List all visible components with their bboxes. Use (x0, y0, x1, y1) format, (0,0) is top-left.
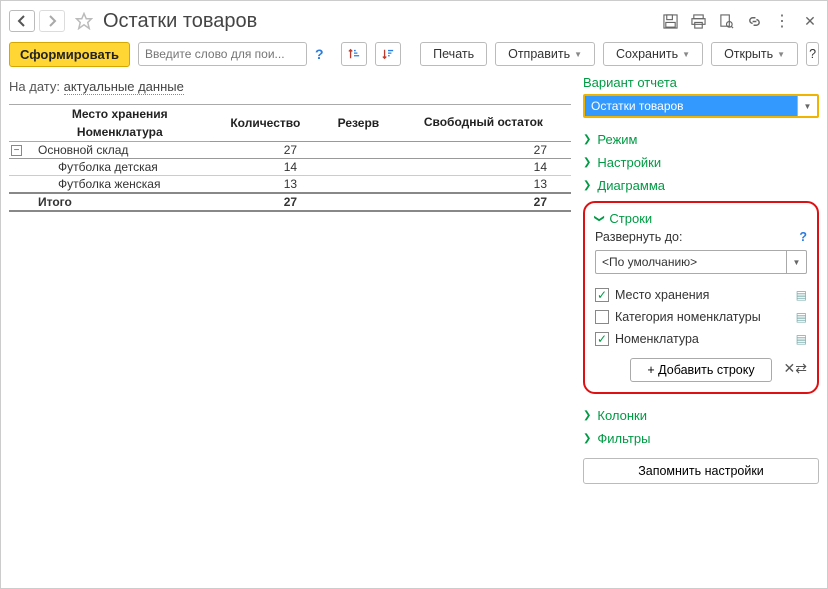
save-button[interactable]: Сохранить▼ (603, 42, 703, 66)
chevron-down-icon: ❯ (594, 214, 605, 222)
save-disk-icon[interactable] (661, 12, 679, 30)
nav-back-button[interactable] (9, 10, 35, 32)
shuffle-icon[interactable]: ✕⇄ (784, 360, 807, 377)
group-name: Основной склад (30, 142, 210, 159)
search-help-icon[interactable]: ? (315, 46, 324, 62)
chevron-right-icon: ❯ (583, 157, 591, 168)
table-row[interactable]: Футболка женская 13 13 (9, 176, 571, 194)
search-input[interactable] (138, 42, 307, 66)
help-button[interactable]: ? (806, 42, 819, 66)
date-filter: На дату: актуальные данные (9, 79, 571, 94)
section-diagram[interactable]: ❯Диаграмма (583, 174, 819, 197)
app-window: Остатки товаров ⋮ ✕ Сформировать ? (0, 0, 828, 589)
open-button[interactable]: Открыть▼ (711, 42, 798, 66)
link-icon[interactable] (745, 12, 763, 30)
col-free-header: Свободный остаток (396, 105, 571, 142)
nav-forward-button[interactable] (39, 10, 65, 32)
variant-select[interactable]: Остатки товаров ▼ (583, 94, 819, 118)
section-filters[interactable]: ❯Фильтры (583, 427, 819, 450)
variant-title: Вариант отчета (583, 75, 819, 90)
row-field-nomenclature[interactable]: Номенклатура ▤ (595, 328, 807, 350)
rows-help-icon[interactable]: ? (799, 230, 807, 244)
variant-value: Остатки товаров (585, 96, 797, 116)
col-storage-header: Место хранения (30, 105, 210, 124)
report-area: На дату: актуальные данные Место хранени… (9, 75, 583, 580)
row-field-storage[interactable]: Место хранения ▤ (595, 284, 807, 306)
section-mode[interactable]: ❯Режим (583, 128, 819, 151)
chevron-right-icon: ❯ (583, 134, 591, 145)
row-field-category[interactable]: Категория номенклатуры ▤ (595, 306, 807, 328)
more-menu-icon[interactable]: ⋮ (773, 12, 791, 30)
expand-to-combo[interactable]: <По умолчанию> ▼ (595, 250, 807, 274)
remember-settings-button[interactable]: Запомнить настройки (583, 458, 819, 484)
content: На дату: актуальные данные Место хранени… (9, 75, 819, 580)
section-columns[interactable]: ❯Колонки (583, 404, 819, 427)
preview-icon[interactable] (717, 12, 735, 30)
field-options-icon[interactable]: ▤ (796, 288, 807, 302)
table-row[interactable]: Футболка детская 14 14 (9, 159, 571, 176)
titlebar: Остатки товаров ⋮ ✕ (9, 7, 819, 35)
variant-dropdown-icon[interactable]: ▼ (797, 96, 817, 116)
expand-to-value: <По умолчанию> (596, 251, 786, 273)
print-button[interactable]: Печать (420, 42, 487, 66)
rows-panel: ❯Строки Развернуть до: ? <По умолчанию> … (583, 201, 819, 394)
favorite-star-icon[interactable] (73, 10, 95, 32)
data-grid: Место хранения Количество Резерв Свободн… (9, 104, 571, 212)
table-group-row[interactable]: − Основной склад 27 27 (9, 142, 571, 159)
checkbox-icon[interactable] (595, 310, 609, 324)
collapse-toggle-icon[interactable]: − (11, 145, 22, 156)
field-options-icon[interactable]: ▤ (796, 332, 807, 346)
chevron-right-icon: ❯ (583, 410, 591, 421)
col-nomenclature-header: Номенклатура (30, 123, 210, 142)
date-filter-label: На дату: (9, 79, 60, 94)
col-qty-header: Количество (210, 105, 321, 142)
settings-panel: Вариант отчета Остатки товаров ▼ ❯Режим … (583, 75, 819, 580)
toolbar: Сформировать ? Печать Отправить▼ Сохрани… (9, 37, 819, 71)
date-filter-value[interactable]: актуальные данные (64, 79, 184, 95)
section-rows[interactable]: ❯Строки (595, 211, 807, 230)
sort-asc-button[interactable] (341, 42, 367, 66)
sort-desc-button[interactable] (375, 42, 401, 66)
chevron-down-icon[interactable]: ▼ (786, 251, 806, 273)
generate-button[interactable]: Сформировать (9, 42, 130, 67)
table-total-row: Итого 27 27 (9, 193, 571, 211)
page-title: Остатки товаров (103, 10, 657, 33)
chevron-right-icon: ❯ (583, 433, 591, 444)
col-reserve-header: Резерв (321, 105, 396, 142)
add-row-button[interactable]: + Добавить строку (630, 358, 771, 382)
send-button[interactable]: Отправить▼ (495, 42, 595, 66)
close-icon[interactable]: ✕ (801, 12, 819, 30)
field-options-icon[interactable]: ▤ (796, 310, 807, 324)
chevron-right-icon: ❯ (583, 180, 591, 191)
expand-to-label: Развернуть до: (595, 230, 682, 244)
checkbox-icon[interactable] (595, 288, 609, 302)
print-icon[interactable] (689, 12, 707, 30)
checkbox-icon[interactable] (595, 332, 609, 346)
section-settings[interactable]: ❯Настройки (583, 151, 819, 174)
